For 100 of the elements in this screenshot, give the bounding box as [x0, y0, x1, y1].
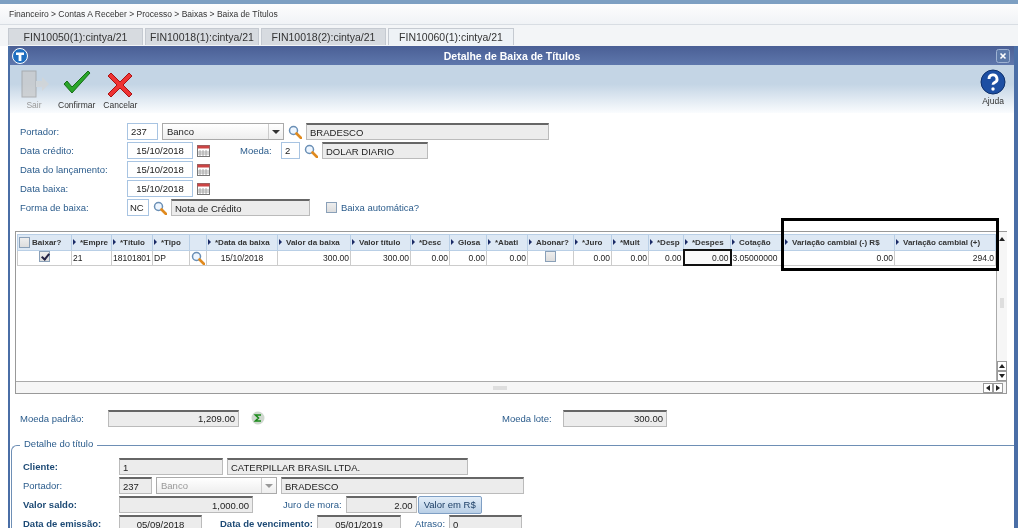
readonly-field: BRADESCO — [306, 123, 549, 140]
column-header[interactable]: *Empre — [72, 235, 111, 249]
exit-door-icon — [18, 69, 50, 99]
checkbox-label: Baixa automática? — [341, 202, 420, 213]
table-cell: 0.00 — [783, 250, 895, 265]
field-label: Forma de baixa: — [20, 202, 90, 213]
column-header[interactable]: Variação cambial (-) R$ — [784, 235, 894, 249]
column-header[interactable]: Valor título — [351, 235, 410, 249]
table-cell: 0.00 — [683, 250, 731, 265]
field-label: Moeda lote: — [502, 412, 553, 424]
column-header[interactable]: *Desp — [649, 235, 683, 249]
field-label: Data crédito: — [20, 145, 75, 156]
column-header[interactable]: Abonar? — [528, 235, 573, 249]
readonly-field: 237 — [119, 477, 152, 494]
down-arrow-icon[interactable] — [997, 371, 1007, 381]
table-cell: 294.0 — [894, 250, 996, 265]
readonly-field: 300.00 — [563, 409, 667, 427]
convert-button[interactable]: Valor em R$ — [417, 495, 482, 514]
column-header[interactable]: Glosa — [450, 235, 486, 249]
panel-title: Detalhe do título — [20, 438, 98, 449]
input-field[interactable]: 237 — [127, 123, 158, 140]
column-header[interactable]: Cotação — [731, 235, 783, 249]
field-label: Juro de mora: — [283, 499, 342, 510]
table-cell: 21 — [71, 250, 112, 265]
readonly-field: DOLAR DIARIO — [322, 142, 428, 159]
up-arrow-icon[interactable] — [997, 361, 1007, 371]
column-header[interactable]: *Desc — [411, 235, 449, 249]
checkbox[interactable] — [39, 251, 50, 262]
readonly-field: 1,000.00 — [119, 496, 253, 513]
column-header[interactable]: Valor da baixa — [278, 235, 350, 249]
dropdown[interactable]: Banco — [162, 123, 284, 140]
vertical-scrollbar[interactable] — [996, 232, 1007, 381]
readonly-field: 2.00 — [345, 496, 417, 513]
readonly-field: 05/09/2018 — [119, 515, 202, 528]
column-header[interactable]: *Data da baixa — [207, 235, 277, 249]
readonly-field: BRADESCO — [281, 477, 524, 494]
grip-icon — [999, 297, 1005, 308]
field-label: Data do lançamento: — [20, 164, 109, 175]
app-logo-icon — [12, 47, 28, 64]
field-label: Portador: — [23, 480, 64, 491]
input-field[interactable]: NC — [127, 199, 149, 216]
field-label: Moeda padrão: — [20, 412, 85, 424]
input-field[interactable]: 2 — [281, 142, 300, 159]
tab[interactable]: FIN10060(1):cintya/21 — [388, 28, 514, 45]
readonly-field: Nota de Crédito — [171, 199, 310, 216]
horizontal-scrollbar[interactable] — [16, 381, 1006, 393]
column-header[interactable]: *Título — [112, 235, 152, 249]
confirm-button[interactable]: Confirmar — [56, 69, 98, 110]
column-header[interactable]: *Despes — [684, 235, 730, 249]
search-icon[interactable] — [304, 143, 318, 158]
left-arrow-icon[interactable] — [983, 382, 993, 393]
table-cell: 300.00 — [350, 250, 411, 265]
tab[interactable]: FIN10018(1):cintya/21 — [145, 28, 259, 45]
readonly-field: 0 — [449, 515, 523, 528]
column-header[interactable]: *Mult — [612, 235, 648, 249]
field-label: Data baixa: — [20, 183, 70, 194]
table-cell: 15/10/2018 — [206, 250, 278, 265]
field-label: Data de vencimento: — [220, 518, 313, 528]
field-label: Valor saldo: — [23, 499, 78, 510]
cancel-button[interactable]: Cancelar — [101, 69, 140, 110]
field-label: Portador: — [20, 126, 61, 137]
column-header[interactable]: *Tipo — [153, 235, 189, 249]
table-cell: 0.00 — [410, 250, 450, 265]
readonly-field: 1,209.00 — [108, 409, 239, 427]
readonly-field: 05/01/2019 — [316, 515, 401, 528]
table-cell: 0.00 — [611, 250, 649, 265]
date-field[interactable]: 15/10/2018 — [127, 142, 193, 159]
search-icon[interactable] — [191, 251, 205, 264]
tab[interactable]: FIN10018(2):cintya/21 — [261, 28, 386, 45]
calendar-icon[interactable] — [197, 163, 210, 176]
table-cell: 0.00 — [449, 250, 487, 265]
column-header[interactable]: Variação cambial (+) — [895, 235, 995, 249]
checkbox[interactable] — [545, 251, 556, 262]
date-field[interactable]: 15/10/2018 — [127, 161, 193, 178]
table-cell: 300.00 — [277, 250, 351, 265]
calendar-icon[interactable] — [197, 144, 210, 157]
field-label: Data de emissão: — [23, 518, 103, 528]
checkbox[interactable] — [326, 202, 337, 213]
field-label: Cliente: — [23, 461, 59, 472]
table-cell: 0.00 — [486, 250, 528, 265]
table-cell: 18101801 — [111, 250, 153, 265]
sigma-icon[interactable] — [251, 411, 265, 425]
column-header[interactable]: Baixar? — [18, 235, 71, 249]
field-label: Moeda: — [240, 145, 273, 156]
search-icon[interactable] — [153, 200, 167, 215]
column-header[interactable]: *Juro — [574, 235, 611, 249]
search-icon[interactable] — [288, 124, 302, 139]
column-header[interactable]: *Abati — [487, 235, 527, 249]
readonly-field: 1 — [119, 458, 223, 475]
close-icon[interactable] — [996, 48, 1010, 63]
checkbox[interactable] — [19, 236, 30, 248]
table-cell: DP — [152, 250, 190, 265]
grip-icon — [492, 384, 507, 391]
field-label: Atraso: — [414, 518, 446, 528]
right-arrow-icon[interactable] — [993, 382, 1003, 393]
date-field[interactable]: 15/10/2018 — [127, 180, 193, 197]
calendar-icon[interactable] — [197, 182, 210, 195]
window-title: Detalhe de Baixa de Títulos — [442, 49, 582, 62]
tab[interactable]: FIN10050(1):cintya/21 — [8, 28, 143, 45]
help-button[interactable]: Ajuda — [978, 69, 1008, 106]
